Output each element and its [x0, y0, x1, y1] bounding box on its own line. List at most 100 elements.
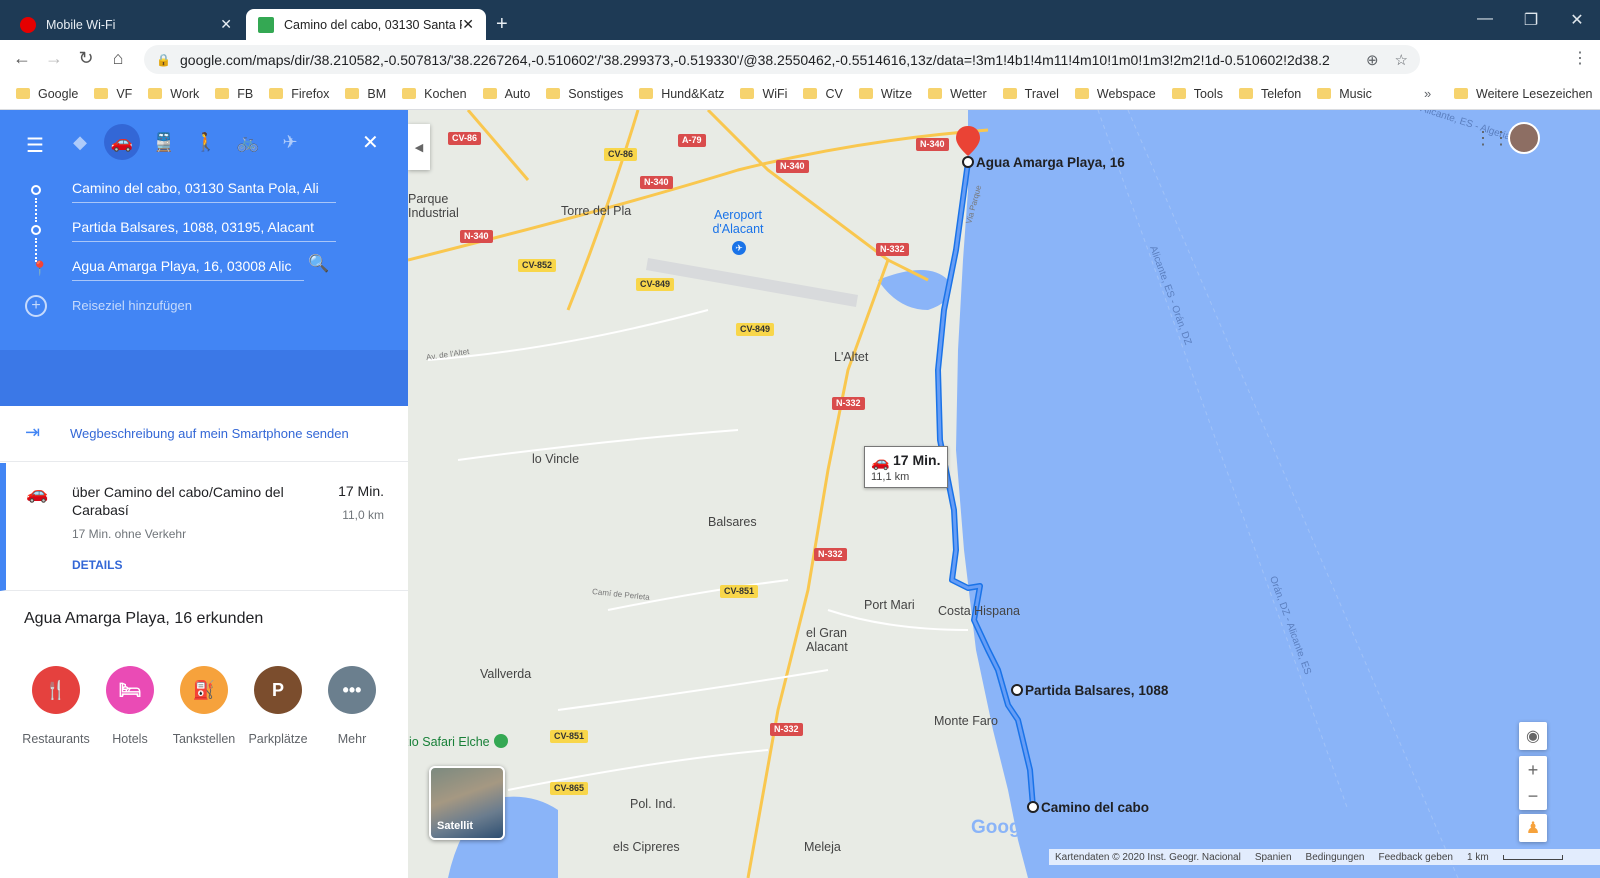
road-shield: CV-851 — [720, 585, 759, 598]
transit-icon[interactable]: 🚆 — [146, 124, 182, 160]
collapse-panel-chevron-icon[interactable]: ◀ — [408, 124, 430, 170]
bookmark-folder[interactable]: Music — [1317, 87, 1372, 101]
satellite-toggle[interactable]: Satellit — [429, 766, 505, 840]
reload-icon[interactable]: ↻ — [70, 48, 102, 69]
bookmark-folder[interactable]: Work — [148, 87, 199, 101]
road-n340 — [408, 128, 989, 262]
options-button[interactable]: OPTIONEN — [319, 612, 384, 626]
bookmark-folder[interactable]: FB — [215, 87, 253, 101]
close-directions-icon[interactable]: ✕ — [362, 130, 379, 155]
waypoint-label[interactable]: Partida Balsares, 1088 — [1025, 683, 1168, 698]
scale-label[interactable]: 1 km — [1467, 852, 1489, 863]
road-shield: A-79 — [678, 134, 706, 147]
bookmark-folder[interactable]: Hund&Katz — [639, 87, 724, 101]
paw-icon[interactable] — [494, 734, 508, 748]
callout-duration: 17 Min. — [893, 452, 941, 468]
folder-icon — [639, 88, 654, 99]
restore-icon[interactable]: ❐ — [1508, 10, 1554, 30]
address-bar[interactable]: 🔒 google.com/maps/dir/38.210582,-0.50781… — [144, 45, 1420, 74]
home-icon[interactable]: ⌂ — [102, 48, 134, 69]
category-restaurants[interactable]: 🍴 Restaurants — [20, 666, 92, 746]
google-maps-favicon-icon — [258, 16, 274, 33]
search-icon[interactable]: 🔍 — [308, 254, 329, 274]
bookmark-folder[interactable]: Firefox — [269, 87, 329, 101]
zoom-in-icon[interactable]: + — [1528, 757, 1539, 783]
url-text: google.com/maps/dir/38.210582,-0.507813/… — [180, 51, 1330, 68]
flight-icon[interactable]: ✈ — [272, 124, 308, 160]
bookmark-label: Music — [1339, 86, 1372, 101]
route-via: über Camino del cabo/Camino del Carabasí — [72, 484, 284, 518]
category-more[interactable]: ••• Mehr — [316, 666, 388, 746]
bookmark-folder[interactable]: Witze — [858, 87, 912, 101]
tab-close-icon[interactable]: ✕ — [462, 16, 474, 33]
bookmark-folder[interactable]: Tools — [1171, 87, 1223, 101]
folder-icon — [1171, 88, 1186, 99]
close-window-icon[interactable]: ✕ — [1554, 10, 1600, 30]
browser-menu-icon[interactable]: ⋮ — [1572, 48, 1588, 68]
best-route-diamond-icon[interactable]: ◆ — [62, 124, 98, 160]
place-label: Port Mari — [864, 598, 915, 612]
bookmark-folder[interactable]: Kochen — [402, 87, 467, 101]
new-tab-plus-icon[interactable]: + — [496, 13, 508, 36]
map-data-credit[interactable]: Kartendaten © 2020 Inst. Geogr. Nacional — [1055, 852, 1241, 863]
bookmark-folder[interactable]: Wetter — [928, 87, 987, 101]
start-label[interactable]: Camino del cabo — [1041, 800, 1149, 815]
road-shield: N-340 — [460, 230, 493, 243]
tab-mobile-wifi[interactable]: Mobile Wi-Fi ✕ — [8, 9, 244, 40]
bookmark-folder[interactable]: VF — [94, 87, 132, 101]
place-label: Vallverda — [480, 667, 532, 681]
zoom-controls: + − — [1519, 756, 1547, 810]
car-icon[interactable]: 🚗 — [104, 124, 140, 160]
place-label: Balsares — [708, 515, 757, 529]
details-button[interactable]: DETAILS — [72, 558, 122, 572]
back-arrow-icon[interactable]: ← — [6, 48, 38, 69]
minimize-icon[interactable]: — — [1462, 10, 1508, 28]
airport-plane-icon[interactable]: ✈ — [732, 241, 746, 255]
destination-input[interactable]: Agua Amarga Playa, 16, 03008 Alic — [72, 251, 304, 281]
route-option-card[interactable]: 🚗 über Camino del cabo/Camino del Caraba… — [0, 463, 408, 591]
bookmark-folder[interactable]: Travel — [1002, 87, 1059, 101]
bicycle-icon[interactable]: 🚲 — [230, 124, 266, 160]
bookmark-folder[interactable]: Google — [16, 87, 78, 101]
folder-icon — [1074, 88, 1089, 99]
category-fuel[interactable]: ⛽ Tankstellen — [168, 666, 240, 746]
walking-icon[interactable]: 🚶 — [188, 124, 224, 160]
start-input[interactable]: Camino del cabo, 03130 Santa Pola, Ali — [72, 173, 336, 203]
feedback-link[interactable]: Feedback geben — [1378, 852, 1453, 863]
send-to-phone-row[interactable]: ⇥ Wegbeschreibung auf mein Smartphone se… — [0, 406, 408, 462]
bookmark-label: Auto — [504, 86, 531, 101]
destination-label[interactable]: Agua Amarga Playa, 16 — [976, 155, 1125, 170]
bookmark-folder[interactable]: Auto — [482, 86, 531, 101]
tab-close-icon[interactable]: ✕ — [220, 16, 232, 33]
account-avatar[interactable] — [1508, 122, 1540, 154]
add-destination-link[interactable]: Reiseziel hinzufügen — [72, 298, 192, 313]
add-destination-icon[interactable]: + — [25, 295, 47, 317]
bookmark-folder[interactable]: CV — [803, 87, 843, 101]
other-bookmarks-folder[interactable]: Weitere Lesezeichen — [1454, 87, 1593, 101]
category-parking[interactable]: P Parkplätze — [242, 666, 314, 746]
forward-arrow-icon[interactable]: → — [38, 48, 70, 69]
place-label: Meleja — [804, 840, 841, 854]
bookmark-folder[interactable]: BM — [345, 87, 386, 101]
pegman-icon[interactable]: ♟ — [1519, 814, 1547, 842]
country-link[interactable]: Spanien — [1255, 852, 1292, 863]
menu-icon[interactable]: ☰ — [26, 133, 44, 158]
lagoon — [878, 270, 951, 310]
bookmark-folder[interactable]: Telefon — [1238, 87, 1301, 101]
bookmarks-overflow-icon[interactable]: » — [1424, 86, 1431, 101]
my-location-icon[interactable]: ◉ — [1519, 722, 1547, 750]
folder-icon — [1317, 88, 1332, 99]
map-canvas[interactable]: Agua Amarga Playa, 16 Partida Balsares, … — [408, 110, 1600, 878]
satellite-label: Satellit — [437, 820, 474, 832]
bookmark-folder[interactable]: Webspace — [1074, 87, 1156, 101]
waypoint-input[interactable]: Partida Balsares, 1088, 03195, Alacant — [72, 212, 336, 242]
bookmark-folder[interactable]: Sonstiges — [546, 87, 623, 101]
bookmark-star-icon[interactable]: ☆ — [1395, 51, 1408, 69]
bookmark-folder[interactable]: WiFi — [740, 87, 787, 101]
tab-google-maps[interactable]: Camino del cabo, 03130 Santa Po ✕ — [246, 9, 486, 40]
terms-link[interactable]: Bedingungen — [1306, 852, 1365, 863]
route-callout[interactable]: 🚗 17 Min. 11,1 km — [864, 446, 948, 488]
zoom-out-icon[interactable]: − — [1528, 783, 1539, 809]
add-extension-icon[interactable]: ⊕ — [1366, 51, 1379, 69]
category-hotels[interactable]: 🛏 Hotels — [94, 666, 166, 746]
